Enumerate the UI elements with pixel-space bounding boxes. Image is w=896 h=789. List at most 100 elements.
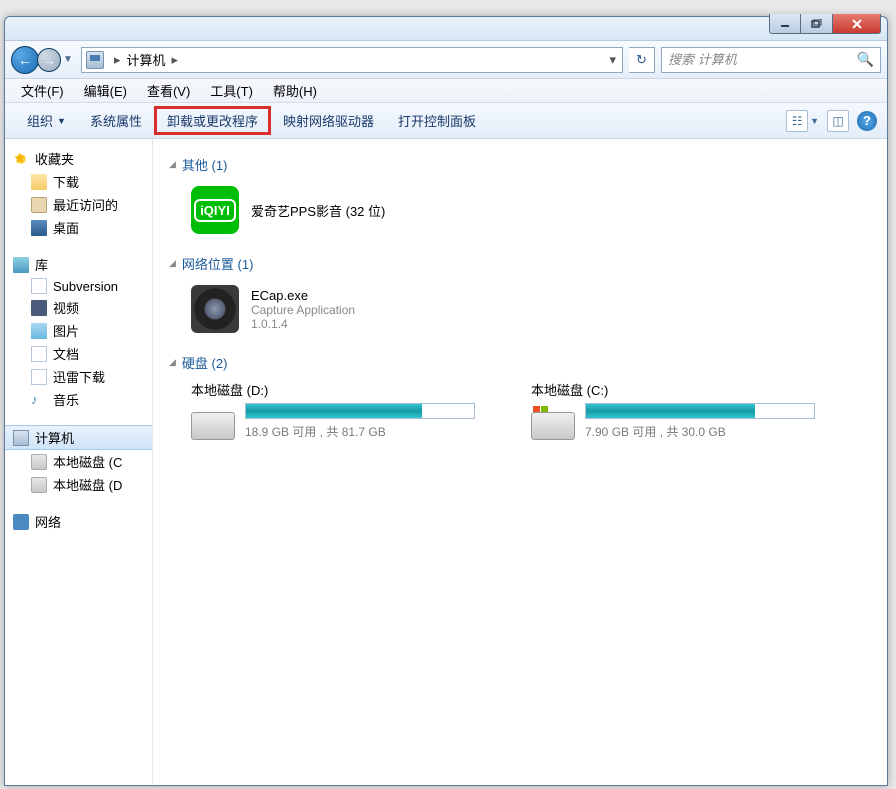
search-icon[interactable]: 🔍 <box>857 51 874 68</box>
libraries-icon <box>13 257 29 273</box>
sidebar-item-videos[interactable]: 视频 <box>5 296 152 319</box>
maximize-icon <box>811 19 823 29</box>
breadcrumb-sep-icon[interactable]: ▸ <box>166 52 185 68</box>
search-box[interactable]: 🔍 <box>661 47 881 73</box>
breadcrumb-computer[interactable]: 计算机 <box>127 50 166 69</box>
sidebar-item-downloads[interactable]: 下载 <box>5 170 152 193</box>
organize-button[interactable]: 组织 ▼ <box>15 107 78 134</box>
refresh-button[interactable]: ↻ <box>629 47 655 73</box>
nav-bar: ← → ▼ ▸ 计算机 ▸ ▾ ↻ 🔍 <box>5 41 887 79</box>
chevron-down-icon: ▼ <box>57 116 66 126</box>
explorer-body: 收藏夹 下载 最近访问的 桌面 库 Subversion 视频 图片 文档 迅雷… <box>5 139 887 785</box>
system-properties-button[interactable]: 系统属性 <box>78 107 154 134</box>
sidebar-item-drive-d[interactable]: 本地磁盘 (D <box>5 473 152 496</box>
open-control-panel-button[interactable]: 打开控制面板 <box>386 107 488 134</box>
list-item[interactable]: iQIYI 爱奇艺PPS影音 (32 位) <box>169 182 871 248</box>
sidebar-item-documents[interactable]: 文档 <box>5 342 152 365</box>
drive-item[interactable]: 本地磁盘 (C:) 7.90 GB 可用 , 共 30.0 GB <box>531 380 831 440</box>
item-description: Capture Application <box>251 303 355 317</box>
menu-view[interactable]: 查看(V) <box>137 79 200 102</box>
sidebar-item-subversion[interactable]: Subversion <box>5 276 152 296</box>
item-label: ECap.exe <box>251 288 355 303</box>
titlebar[interactable] <box>5 17 887 41</box>
document-icon <box>31 369 47 385</box>
list-item[interactable]: ECap.exe Capture Application 1.0.1.4 <box>169 281 871 347</box>
music-icon: ♪ <box>31 392 47 408</box>
sidebar-item-recent[interactable]: 最近访问的 <box>5 193 152 216</box>
sidebar-item-music[interactable]: ♪音乐 <box>5 388 152 411</box>
minimize-icon <box>780 19 790 29</box>
group-header-other[interactable]: ◢其他 (1) <box>169 149 871 182</box>
view-options-button[interactable]: ☷ <box>786 110 808 132</box>
drive-icon <box>31 477 47 493</box>
network-icon <box>13 514 29 530</box>
chevron-down-icon[interactable]: ▼ <box>810 116 819 126</box>
sidebar-libraries[interactable]: 库 <box>5 253 152 276</box>
command-bar: 组织 ▼ 系统属性 卸载或更改程序 映射网络驱动器 打开控制面板 ☷ ▼ ◫ ? <box>5 103 887 139</box>
sidebar-network[interactable]: 网络 <box>5 510 152 533</box>
address-bar[interactable]: ▸ 计算机 ▸ ▾ <box>81 47 623 73</box>
computer-icon <box>13 430 29 446</box>
recent-icon <box>31 197 47 213</box>
group-header-hard-drives[interactable]: ◢硬盘 (2) <box>169 347 871 380</box>
minimize-button[interactable] <box>769 14 801 34</box>
group-header-network-locations[interactable]: ◢网络位置 (1) <box>169 248 871 281</box>
menu-tools[interactable]: 工具(T) <box>200 79 263 102</box>
preview-pane-button[interactable]: ◫ <box>827 110 849 132</box>
address-dropdown[interactable]: ▾ <box>603 52 622 68</box>
window-controls <box>769 14 881 34</box>
menu-help[interactable]: 帮助(H) <box>263 79 327 102</box>
navigation-pane: 收藏夹 下载 最近访问的 桌面 库 Subversion 视频 图片 文档 迅雷… <box>5 139 153 785</box>
item-version: 1.0.1.4 <box>251 317 355 331</box>
folder-icon <box>31 174 47 190</box>
nav-arrows: ← → ▼ <box>11 46 75 74</box>
pictures-icon <box>31 323 47 339</box>
star-icon <box>13 151 29 167</box>
sidebar-item-desktop[interactable]: 桌面 <box>5 216 152 239</box>
capacity-bar <box>245 403 475 419</box>
uninstall-change-program-button[interactable]: 卸载或更改程序 <box>154 106 271 135</box>
sidebar-favorites[interactable]: 收藏夹 <box>5 147 152 170</box>
content-pane: ◢其他 (1) iQIYI 爱奇艺PPS影音 (32 位) ◢网络位置 (1) … <box>153 139 887 785</box>
computer-icon <box>86 51 104 69</box>
maximize-button[interactable] <box>801 14 833 34</box>
help-button[interactable]: ? <box>857 111 877 131</box>
menu-bar: 文件(F) 编辑(E) 查看(V) 工具(T) 帮助(H) <box>5 79 887 103</box>
camera-icon <box>191 285 239 333</box>
document-icon <box>31 346 47 362</box>
drive-free-space: 7.90 GB 可用 , 共 30.0 GB <box>585 423 831 440</box>
close-button[interactable] <box>833 14 881 34</box>
breadcrumb-sep-icon[interactable]: ▸ <box>108 52 127 68</box>
back-button[interactable]: ← <box>11 46 39 74</box>
desktop-icon <box>31 220 47 236</box>
search-input[interactable] <box>668 52 857 67</box>
back-arrow-icon: ← <box>18 52 32 68</box>
document-icon <box>31 278 47 294</box>
collapse-icon: ◢ <box>169 258 176 269</box>
collapse-icon: ◢ <box>169 357 176 368</box>
video-icon <box>31 300 47 316</box>
drive-item[interactable]: 本地磁盘 (D:) 18.9 GB 可用 , 共 81.7 GB <box>191 380 491 440</box>
help-icon: ? <box>863 113 871 128</box>
map-network-drive-button[interactable]: 映射网络驱动器 <box>271 107 386 134</box>
collapse-icon: ◢ <box>169 159 176 170</box>
sidebar-item-drive-c[interactable]: 本地磁盘 (C <box>5 450 152 473</box>
sidebar-computer[interactable]: 计算机 <box>5 425 152 450</box>
drive-free-space: 18.9 GB 可用 , 共 81.7 GB <box>245 423 491 440</box>
close-icon <box>851 19 863 29</box>
refresh-icon: ↻ <box>636 52 647 68</box>
hard-drive-icon <box>531 404 575 440</box>
preview-pane-icon: ◫ <box>832 114 843 128</box>
drive-label: 本地磁盘 (C:) <box>531 380 831 403</box>
explorer-window: ← → ▼ ▸ 计算机 ▸ ▾ ↻ 🔍 文件(F) 编辑(E) 查看(V) 工具… <box>4 16 888 786</box>
forward-button[interactable]: → <box>37 48 61 72</box>
capacity-bar <box>585 403 815 419</box>
menu-file[interactable]: 文件(F) <box>11 79 74 102</box>
sidebar-item-pictures[interactable]: 图片 <box>5 319 152 342</box>
drive-icon <box>31 454 47 470</box>
nav-history-dropdown[interactable]: ▼ <box>61 54 75 65</box>
sidebar-item-xunlei[interactable]: 迅雷下载 <box>5 365 152 388</box>
view-icon: ☷ <box>792 114 803 128</box>
iqiyi-icon: iQIYI <box>191 186 239 234</box>
menu-edit[interactable]: 编辑(E) <box>74 79 137 102</box>
